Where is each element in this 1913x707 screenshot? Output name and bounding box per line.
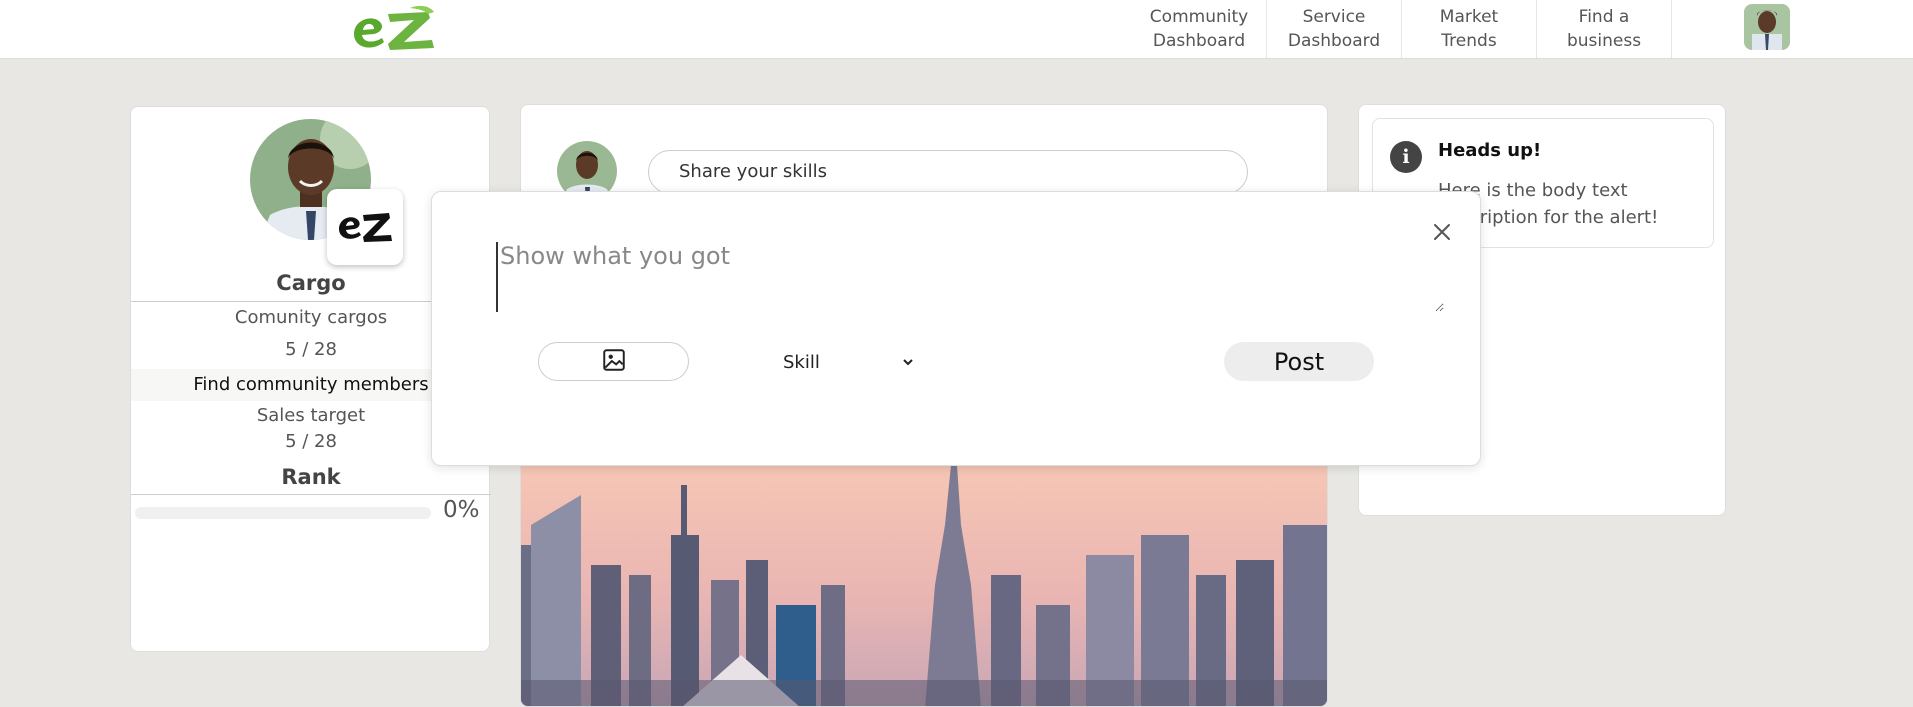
rank-label: Rank	[281, 465, 341, 489]
info-icon: i	[1390, 141, 1422, 173]
top-navbar: Community Dashboard Service Dashboard Ma…	[0, 0, 1913, 59]
nav-market-trends[interactable]: Market Trends	[1402, 0, 1537, 58]
close-icon[interactable]	[1430, 220, 1454, 244]
rank-progress-label: 0%	[443, 497, 480, 523]
user-avatar[interactable]	[1744, 4, 1790, 50]
ez-badge-icon	[327, 189, 403, 265]
post-text-area[interactable]	[496, 242, 1444, 312]
nav-community-dashboard[interactable]: Community Dashboard	[1132, 0, 1267, 58]
city-skyline-image	[521, 465, 1327, 706]
divider	[131, 494, 491, 495]
nav-find-business[interactable]: Find a business	[1537, 0, 1672, 58]
chevron-down-icon	[901, 353, 915, 374]
nav-service-dashboard[interactable]: Service Dashboard	[1267, 0, 1402, 58]
add-image-button[interactable]	[538, 342, 689, 381]
post-button[interactable]: Post	[1224, 342, 1374, 381]
rank-progress-bar	[135, 507, 431, 519]
alert-title: Heads up!	[1438, 140, 1542, 161]
share-skills-input[interactable]: Share your skills	[648, 150, 1248, 194]
image-icon	[601, 347, 627, 377]
skill-select-value: Skill	[783, 351, 820, 373]
ez-logo[interactable]	[350, 4, 438, 54]
main-nav: Community Dashboard Service Dashboard Ma…	[1132, 0, 1672, 58]
skill-select[interactable]: Skill	[777, 344, 927, 380]
post-composer-modal: Skill Post	[431, 191, 1481, 466]
